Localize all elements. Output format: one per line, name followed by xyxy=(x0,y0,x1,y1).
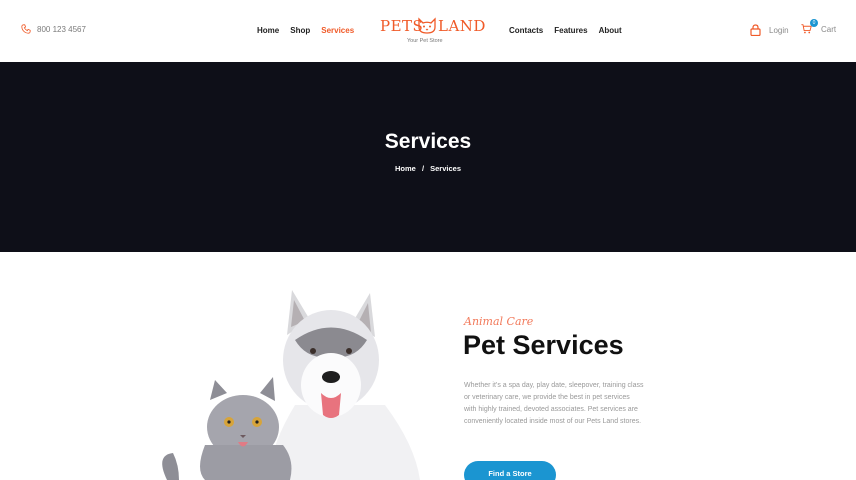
login-link[interactable]: Login xyxy=(750,24,789,36)
nav-right: Contacts Features About xyxy=(509,26,622,35)
logo-tagline: Your Pet Store xyxy=(407,38,443,44)
page-title: Services xyxy=(384,130,472,153)
cat-face-icon xyxy=(418,17,436,34)
logo-word-right: LAND xyxy=(438,17,486,35)
nav-contacts[interactable]: Contacts xyxy=(509,26,543,35)
nav-features[interactable]: Features xyxy=(554,26,587,35)
lock-icon xyxy=(750,24,761,36)
cart-icon-wrap: 0 xyxy=(801,19,818,36)
nav-left: Home Shop Services xyxy=(257,26,354,35)
cat-and-dog-photo xyxy=(162,290,420,480)
find-store-button[interactable]: Find a Store xyxy=(464,461,556,480)
page-hero: Services Home / Services xyxy=(0,62,856,252)
breadcrumb: Home / Services xyxy=(0,164,856,173)
nav-about[interactable]: About xyxy=(599,26,622,35)
cart-count-badge: 0 xyxy=(810,19,818,27)
nav-services[interactable]: Services xyxy=(321,26,354,35)
logo[interactable]: PETS LAND Your Pet Store xyxy=(380,17,485,47)
site-header: 800 123 4567 Home Shop Services PETS LAN… xyxy=(0,0,856,62)
breadcrumb-separator: / xyxy=(421,164,425,173)
login-label: Login xyxy=(769,25,789,35)
cart-link[interactable]: 0 Cart xyxy=(801,19,837,36)
phone-number: 800 123 4567 xyxy=(37,24,86,34)
cart-label: Cart xyxy=(821,25,837,34)
phone-icon xyxy=(21,24,31,34)
breadcrumb-home[interactable]: Home xyxy=(395,164,416,173)
nav-shop[interactable]: Shop xyxy=(290,26,310,35)
section-description: Whether it’s a spa day, play date, sleep… xyxy=(464,382,644,425)
phone-contact[interactable]: 800 123 4567 xyxy=(21,24,86,34)
nav-home[interactable]: Home xyxy=(257,26,279,35)
section-heading: Pet Services xyxy=(463,330,624,360)
breadcrumb-current: Services xyxy=(430,164,461,173)
section-script-title: Animal Care xyxy=(464,315,534,328)
